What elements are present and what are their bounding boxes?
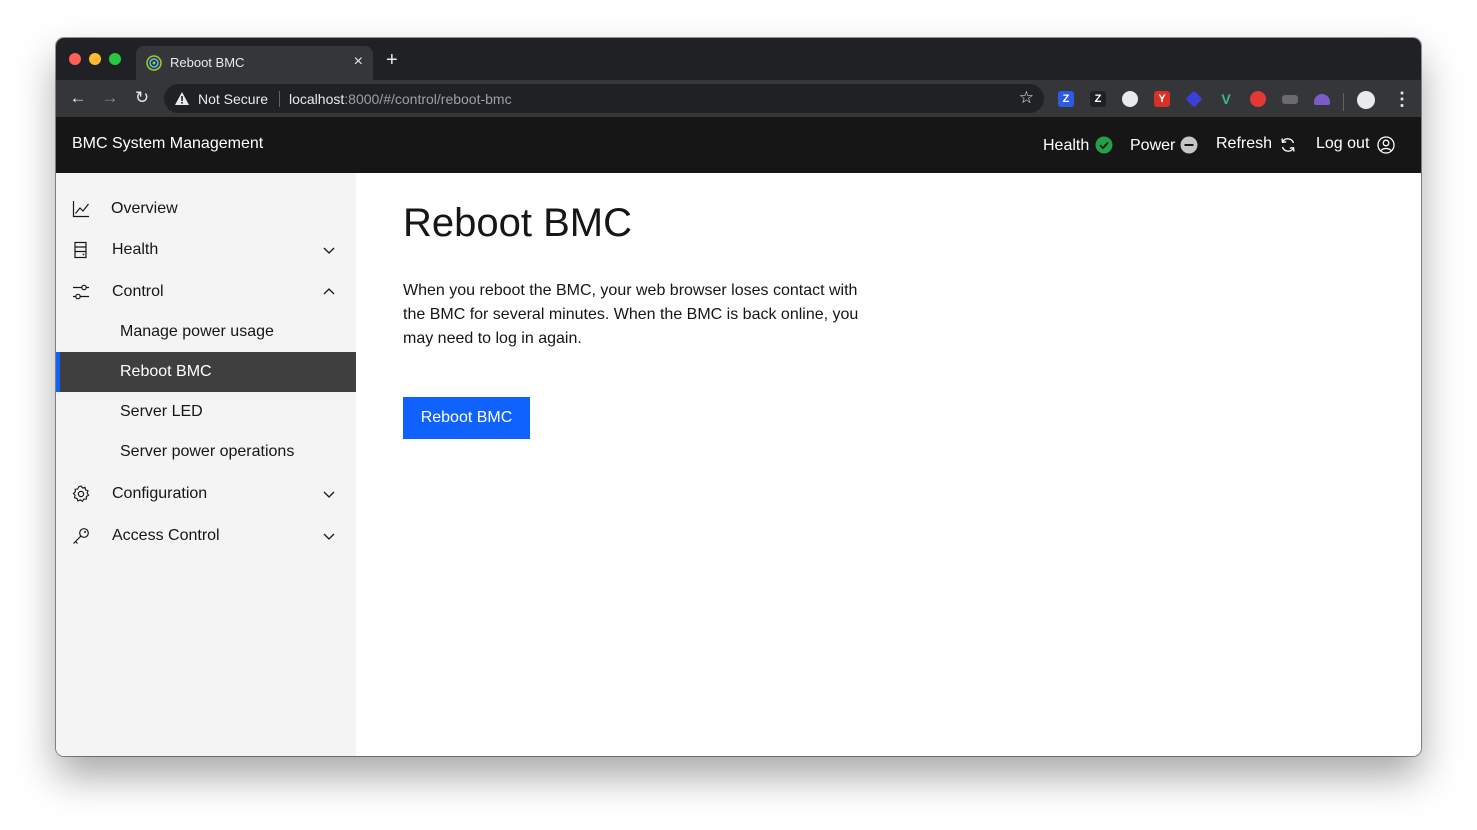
reboot-description: When you reboot the BMC, your web browse… — [403, 282, 859, 347]
sidebar-subitem-server-power-operations[interactable]: Server power operations — [56, 432, 356, 472]
sidebar-subitem-label: Server LED — [120, 403, 203, 420]
chevron-up-icon — [323, 288, 335, 295]
sidebar-subitem-label: Reboot BMC — [120, 363, 212, 380]
sidebar-item-label: Configuration — [112, 485, 208, 502]
red-badge-extension-icon[interactable] — [1250, 91, 1266, 107]
health-status-label[interactable]: Health — [1043, 137, 1089, 155]
logout-label[interactable]: Log out — [1316, 135, 1369, 153]
sidebar-item-overview[interactable]: Overview — [56, 189, 356, 229]
app-header: BMC System Management Health Power Refre… — [56, 117, 1421, 173]
sidebar-subitem-label: Manage power usage — [120, 323, 274, 340]
chevron-down-icon — [323, 247, 335, 254]
bmc-favicon-icon — [146, 55, 162, 71]
user-avatar-icon[interactable] — [1377, 136, 1395, 154]
sidebar-subitem-reboot-bmc[interactable]: Reboot BMC — [56, 352, 356, 392]
back-arrow-icon[interactable]: ← — [68, 88, 88, 108]
sidebar-item-label: Overview — [111, 200, 178, 217]
forward-arrow-icon[interactable]: → — [100, 88, 120, 108]
gear-icon — [72, 485, 90, 503]
omnibox-divider — [279, 91, 280, 107]
browser-menu-icon[interactable]: ⋮ — [1393, 89, 1411, 109]
refresh-icon[interactable] — [1279, 136, 1297, 154]
key-icon — [73, 528, 89, 544]
maximize-window-button[interactable] — [109, 53, 121, 65]
purple-extension-icon[interactable] — [1314, 94, 1330, 105]
security-status-label[interactable]: Not Secure — [198, 91, 268, 107]
sidebar-subitem-manage-power-usage[interactable]: Manage power usage — [56, 312, 356, 352]
browser-tab[interactable]: Reboot BMC × — [136, 46, 373, 80]
profile-avatar-icon[interactable] — [1357, 91, 1375, 109]
warning-icon — [175, 92, 189, 105]
tab-strip: Reboot BMC × + — [56, 38, 1421, 80]
app-title[interactable]: BMC System Management — [72, 135, 263, 153]
reboot-bmc-button[interactable]: Reboot BMC — [403, 397, 530, 439]
reload-icon[interactable]: ↻ — [132, 88, 152, 108]
tab-title: Reboot BMC — [170, 55, 245, 70]
sidebar-nav: Overview Health Control Manage power usa… — [56, 173, 356, 756]
power-status-label[interactable]: Power — [1130, 137, 1175, 155]
bookmark-star-icon[interactable]: ☆ — [1019, 89, 1034, 107]
sidebar-item-label: Access Control — [112, 527, 220, 544]
z-blue-extension-icon[interactable]: Z — [1058, 91, 1074, 107]
diamond-extension-icon[interactable] — [1185, 90, 1203, 108]
browser-window: Reboot BMC × + ← → ↻ Not Secure localhos… — [56, 38, 1421, 756]
circle-extension-icon[interactable] — [1122, 91, 1138, 107]
gray-extension-icon[interactable] — [1282, 95, 1298, 104]
main-content: Reboot BMC When you reboot the BMC, your… — [356, 173, 1421, 756]
sidebar-item-label: Control — [112, 283, 164, 300]
vue-extension-icon[interactable]: V — [1218, 91, 1234, 107]
sidebar-subitem-label: Server power operations — [120, 443, 295, 460]
sidebar-item-health[interactable]: Health — [56, 230, 356, 270]
url-path: :8000/#/control/reboot-bmc — [344, 91, 512, 107]
active-indicator — [56, 352, 60, 392]
chart-line-icon — [72, 201, 89, 218]
url-host: localhost — [289, 91, 345, 107]
page-title: Reboot BMC — [403, 201, 632, 245]
sliders-icon — [73, 284, 89, 300]
sidebar-item-configuration[interactable]: Configuration — [56, 474, 356, 514]
power-off-icon — [1180, 136, 1198, 154]
red-y-extension-icon[interactable]: Y — [1154, 91, 1170, 107]
toolbar-divider — [1343, 93, 1344, 111]
sidebar-item-control[interactable]: Control — [56, 272, 356, 312]
chevron-down-icon — [323, 491, 335, 498]
refresh-label[interactable]: Refresh — [1216, 135, 1272, 153]
minimize-window-button[interactable] — [89, 53, 101, 65]
browser-toolbar: ← → ↻ Not Secure localhost:8000/#/contro… — [56, 80, 1421, 117]
sidebar-item-label: Health — [112, 241, 159, 258]
server-icon — [74, 241, 87, 259]
address-bar[interactable]: Not Secure localhost:8000/#/control/rebo… — [164, 84, 1044, 113]
new-tab-button[interactable]: + — [386, 50, 398, 70]
sidebar-item-access-control[interactable]: Access Control — [56, 516, 356, 556]
z-dark-extension-icon[interactable]: Z — [1090, 91, 1106, 107]
sidebar-subitem-server-led[interactable]: Server LED — [56, 392, 356, 432]
health-ok-icon — [1095, 136, 1113, 154]
chevron-down-icon — [323, 533, 335, 540]
close-window-button[interactable] — [69, 53, 81, 65]
close-tab-icon[interactable]: × — [354, 53, 363, 71]
url-text[interactable]: localhost:8000/#/control/reboot-bmc — [289, 91, 512, 107]
